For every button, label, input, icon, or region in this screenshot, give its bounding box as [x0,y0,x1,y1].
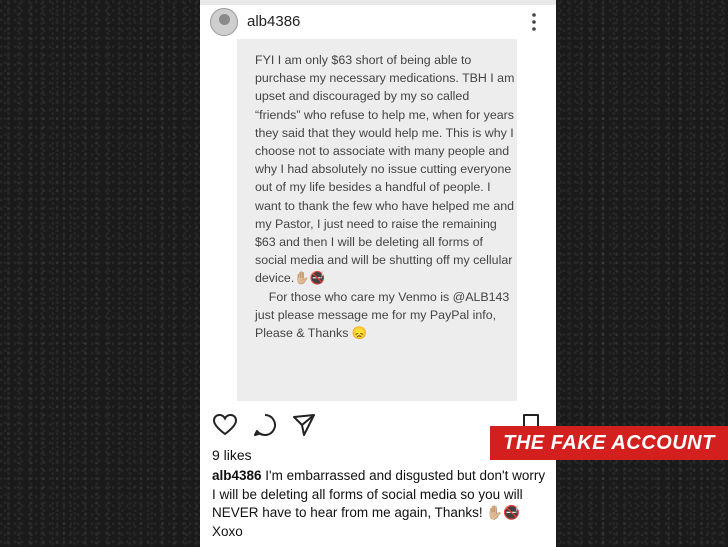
comment-icon[interactable] [252,412,278,438]
likes-count[interactable]: 9 likes [212,447,252,463]
caption: alb4386 I'm embarrassed and disgusted bu… [212,467,548,541]
caption-username[interactable]: alb4386 [212,468,262,483]
post-header: alb4386 [200,5,556,39]
share-icon[interactable] [291,412,317,438]
instagram-post: alb4386 FYI I am only $63 short of being… [200,0,556,547]
avatar[interactable] [210,8,238,36]
heart-icon[interactable] [212,412,238,438]
note-text: FYI I am only $63 short of being able to… [255,53,515,341]
post-image: FYI I am only $63 short of being able to… [200,39,556,408]
more-icon[interactable] [530,11,538,33]
username[interactable]: alb4386 [247,13,300,30]
fake-account-label: THE FAKE ACCOUNT [490,426,728,460]
note-screenshot: FYI I am only $63 short of being able to… [237,39,517,401]
caption-text: I'm embarrassed and disgusted but don't … [212,468,546,539]
